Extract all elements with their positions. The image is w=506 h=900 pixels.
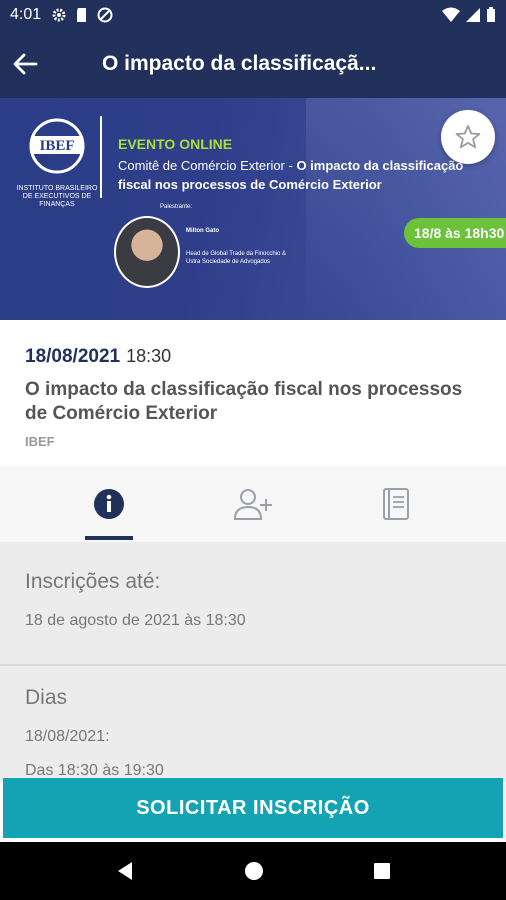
event-organizer: IBEF xyxy=(25,434,55,449)
request-subscription-button[interactable]: SOLICITAR INSCRIÇÃO xyxy=(3,778,503,838)
status-icons-right xyxy=(442,7,496,23)
tab-participants[interactable] xyxy=(193,466,313,542)
nav-recents-icon[interactable] xyxy=(372,861,392,881)
wifi-icon xyxy=(442,7,460,22)
subscriptions-section: Inscrições até: 18 de agosto de 2021 às … xyxy=(0,542,506,666)
days-title: Dias xyxy=(25,686,68,709)
event-headline: Comitê de Comércio Exterior - O impacto … xyxy=(118,156,478,194)
tab-bar xyxy=(0,466,506,542)
event-date-row: 18/08/2021 18:30 xyxy=(25,346,481,368)
logo-emblem: IBEF xyxy=(29,118,85,174)
logo-text: IBEF xyxy=(39,138,74,154)
status-bar: 4:01 xyxy=(0,0,506,30)
tab-materials[interactable] xyxy=(337,466,457,542)
sd-card-icon xyxy=(77,8,87,22)
subscriptions-title: Inscrições até: xyxy=(25,570,161,593)
event-banner: IBEF INSTITUTO BRASILEIRO DE EXECUTIVOS … xyxy=(0,98,506,320)
logo-subtext: INSTITUTO BRASILEIRO DE EXECUTIVOS DE FI… xyxy=(16,185,98,208)
back-button[interactable] xyxy=(0,30,50,98)
speaker-label: Palestrante: xyxy=(160,204,193,210)
days-section: Dias 18/08/2021: Das 18:30 às 19:30 xyxy=(0,666,506,780)
nav-back-icon[interactable] xyxy=(114,860,136,882)
signal-icon xyxy=(466,8,480,22)
event-type-label: EVENTO ONLINE xyxy=(118,136,233,152)
event-info: 18/08/2021 18:30 O impacto da classifica… xyxy=(0,320,506,466)
event-title: O impacto da classificação fiscal nos pr… xyxy=(25,379,463,424)
speaker-photo xyxy=(114,216,180,288)
info-content[interactable]: Inscrições até: 18 de agosto de 2021 às … xyxy=(0,542,506,782)
days-date: 18/08/2021: xyxy=(25,728,110,745)
status-icons-left xyxy=(51,7,113,23)
battery-icon xyxy=(487,7,495,22)
app-bar: O impacto da classificaçã... xyxy=(0,30,506,98)
system-nav-bar xyxy=(0,842,506,900)
status-time: 4:01 xyxy=(10,6,42,23)
speaker-name: Milton Gato xyxy=(186,228,219,234)
banner-divider xyxy=(100,116,102,198)
event-hour: 18:30 xyxy=(126,346,172,366)
event-headline-prefix: Comitê de Comércio Exterior - xyxy=(118,158,297,173)
settings-icon xyxy=(52,8,66,22)
tab-info[interactable] xyxy=(49,466,169,542)
speaker-role: Head de Global Trade da Finocchio & Ustr… xyxy=(186,251,287,265)
active-tab-indicator xyxy=(85,536,133,540)
ibef-logo: IBEF INSTITUTO BRASILEIRO DE EXECUTIVOS … xyxy=(14,116,100,216)
app-bar-title: O impacto da classificaçã... xyxy=(102,52,377,75)
info-icon xyxy=(94,489,124,519)
back-arrow-icon xyxy=(13,53,38,75)
nav-home-icon[interactable] xyxy=(243,860,265,882)
star-icon xyxy=(455,125,481,149)
subscriptions-deadline: 18 de agosto de 2021 às 18:30 xyxy=(25,612,246,629)
add-user-icon xyxy=(233,489,272,520)
book-icon xyxy=(383,488,409,520)
do-not-disturb-icon xyxy=(97,7,113,23)
date-pill: 18/8 às 18h30 xyxy=(404,218,506,248)
favorite-button[interactable] xyxy=(441,110,495,164)
event-date: 18/08/2021 xyxy=(25,346,121,367)
